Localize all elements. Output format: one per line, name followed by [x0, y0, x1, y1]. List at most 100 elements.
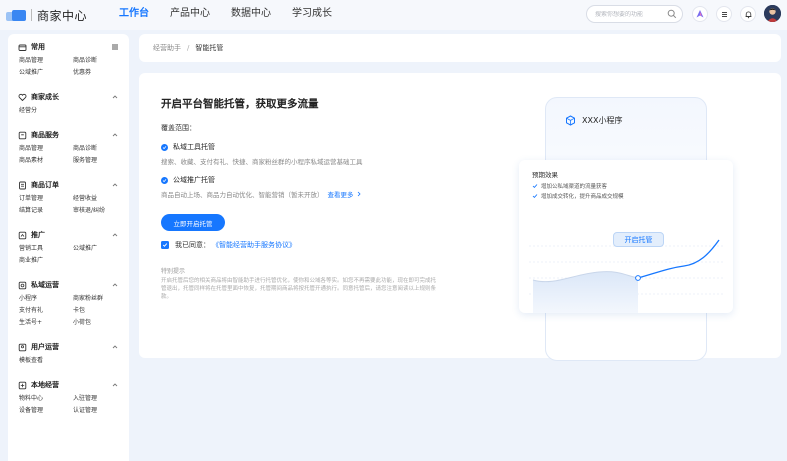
breadcrumb: 经营助手 / 智能托管	[139, 34, 781, 62]
private-icon	[18, 281, 27, 290]
check-icon	[532, 183, 538, 189]
sidebar-item-template-view[interactable]: 模板查看	[19, 356, 73, 365]
sidebar-item-product-manage[interactable]: 商品管理	[19, 56, 73, 65]
scope-label: 覆盖范围：	[161, 124, 196, 132]
chevron-up-icon[interactable]	[111, 131, 119, 139]
sidebar-section-promotion[interactable]: 推广	[18, 229, 119, 241]
check-circle-icon	[161, 176, 168, 184]
breadcrumb-current: 智能托管	[195, 44, 224, 52]
sidebar: 常用 商品管理 商品诊断 公域推广 优惠券 商家成长 经营分 商品服务 商品管理…	[8, 34, 129, 461]
tip-title: 特别提示	[161, 268, 186, 275]
sidebar-item-fan-group[interactable]: 商家粉丝群	[73, 294, 127, 303]
sidebar-item-service-manage[interactable]: 服务管理	[73, 156, 127, 165]
brand-divider	[31, 9, 32, 21]
folder-icon	[18, 43, 27, 52]
sidebar-item-business-income[interactable]: 经营收益	[73, 194, 127, 203]
page-title: 开启平台智能托管，获取更多流量	[161, 98, 319, 110]
mini-program-title: XXX小程序	[582, 116, 623, 125]
feature-title: 公域推广托管	[173, 176, 215, 184]
effect-row: 增加公私域渠道的流量获客	[532, 182, 607, 190]
order-icon	[18, 181, 27, 190]
bell-icon[interactable]	[740, 6, 756, 22]
menu-icon[interactable]	[716, 6, 732, 22]
brand-name: 商家中心	[37, 8, 88, 23]
sidebar-section-private-ops[interactable]: 私域运营	[18, 279, 119, 291]
sidebar-section-user-ops[interactable]: 用户运营	[18, 341, 119, 353]
check-circle-icon	[161, 143, 168, 151]
sidebar-section-common[interactable]: 常用	[18, 41, 119, 53]
sidebar-item-life-account[interactable]: 生活号+	[19, 318, 73, 327]
sidebar-section-growth[interactable]: 商家成长	[18, 91, 119, 103]
agreement-checkbox[interactable]	[161, 241, 169, 249]
chevron-up-icon[interactable]	[111, 281, 119, 289]
promo-icon	[18, 231, 27, 240]
sidebar-item-product-diagnose[interactable]: 商品诊断	[73, 144, 127, 153]
top-nav-bar: 商家中心 工作台 产品中心 数据中心 学习成长	[0, 0, 787, 30]
effect-row: 增加成交转化，提升商品成交规模	[532, 192, 624, 200]
feature-private-tools: 私域工具托管 搜索、收藏、支付有礼、快捷、商家粉丝群的小程序私域运营基础工具	[161, 142, 363, 166]
agreement-row: 我已同意： 《智能经营助手服务协议》	[161, 240, 296, 250]
feature-desc: 商品自动上场、商品力自动优化、智能营销（暂未开放） 查看更多	[161, 189, 362, 199]
agreement-prefix: 我已同意：	[175, 241, 210, 249]
trend-chart-illustration	[529, 239, 723, 313]
agreement-link[interactable]: 《智能经营助手服务协议》	[212, 240, 296, 250]
chevron-right-icon[interactable]	[356, 191, 362, 199]
sidebar-item-product-material[interactable]: 商品素材	[19, 156, 73, 165]
chevron-up-icon[interactable]	[111, 381, 119, 389]
sidebar-item-marketing-tools[interactable]: 营销工具	[19, 244, 73, 253]
chevron-up-icon[interactable]	[111, 181, 119, 189]
chevron-up-icon[interactable]	[111, 231, 119, 239]
nav-tab-workbench[interactable]: 工作台	[119, 0, 149, 30]
user-icon	[18, 343, 27, 352]
sidebar-item-settlement[interactable]: 结算记录	[19, 206, 73, 215]
sidebar-section-local-biz[interactable]: 本地经营	[18, 379, 119, 391]
feature-title: 私域工具托管	[173, 143, 215, 151]
sidebar-item-material-center[interactable]: 物料中心	[19, 394, 73, 403]
sidebar-item-coupon[interactable]: 优惠券	[73, 68, 127, 77]
assistant-icon[interactable]	[692, 6, 708, 22]
enable-hosting-bubble: 开启托管	[613, 232, 664, 247]
sidebar-item-public-promo[interactable]: 公域推广	[19, 68, 73, 77]
breadcrumb-separator: /	[187, 44, 190, 52]
expected-effect-card: 预期效果 增加公私域渠道的流量获客 增加成交转化，提升商品成交规模 开启托管	[519, 160, 733, 313]
sidebar-item-small-purse[interactable]: 小荷包	[73, 318, 127, 327]
brand-logo[interactable]: 商家中心	[6, 7, 87, 24]
search-box[interactable]	[586, 5, 683, 23]
sidebar-item-refund-dispute[interactable]: 审核退/纠纷	[73, 206, 127, 215]
search-icon[interactable]	[667, 9, 677, 21]
tip-description: 开启托管后您的相关商品将由智能助手进行托管优化，使你和公域各等实。如您不再需要此…	[161, 278, 437, 300]
nav-tab-products[interactable]: 产品中心	[170, 0, 210, 30]
list-icon[interactable]	[111, 43, 119, 51]
managed-hosting-card: 开启平台智能托管，获取更多流量 覆盖范围： 私域工具托管 搜索、收藏、支付有礼、…	[139, 73, 781, 361]
sidebar-item-order-manage[interactable]: 订单管理	[19, 194, 73, 203]
feature-public-promo: 公域推广托管 商品自动上场、商品力自动优化、智能营销（暂未开放） 查看更多	[161, 175, 362, 199]
nav-tab-learning[interactable]: 学习成长	[292, 0, 332, 30]
sidebar-item-public-promo[interactable]: 公域推广	[73, 244, 127, 253]
chevron-up-icon[interactable]	[111, 93, 119, 101]
enable-hosting-button[interactable]: 立即开启托管	[161, 214, 225, 231]
brand-logo-mark	[6, 9, 28, 21]
chevron-up-icon[interactable]	[111, 343, 119, 351]
sidebar-item-product-diagnose[interactable]: 商品诊断	[73, 56, 127, 65]
feature-desc: 搜索、收藏、支付有礼、快捷、商家粉丝群的小程序私域运营基础工具	[161, 158, 363, 166]
avatar[interactable]	[764, 5, 781, 22]
sidebar-item-card-wallet[interactable]: 卡包	[73, 306, 127, 315]
sidebar-item-product-manage[interactable]: 商品管理	[19, 144, 73, 153]
sidebar-item-pay-gift[interactable]: 支付有礼	[19, 306, 73, 315]
sidebar-section-product-service[interactable]: 商品服务	[18, 129, 119, 141]
sidebar-item-business-score[interactable]: 经营分	[19, 106, 73, 115]
sidebar-item-onboarding[interactable]: 入驻管理	[73, 394, 127, 403]
breadcrumb-parent[interactable]: 经营助手	[153, 43, 181, 53]
sidebar-section-orders[interactable]: 商品订单	[18, 179, 119, 191]
sidebar-item-mini-program[interactable]: 小程序	[19, 294, 73, 303]
see-more-link[interactable]: 查看更多	[328, 191, 354, 199]
search-input[interactable]	[595, 10, 667, 18]
sidebar-item-device-manage[interactable]: 设备管理	[19, 406, 73, 415]
local-icon	[18, 381, 27, 390]
mini-program-header: XXX小程序	[565, 115, 622, 126]
box-icon	[18, 131, 27, 140]
main-nav: 工作台 产品中心 数据中心 学习成长	[119, 0, 353, 30]
sidebar-item-commercial-promo[interactable]: 商业推广	[19, 256, 73, 265]
sidebar-item-certification[interactable]: 认证管理	[73, 406, 127, 415]
nav-tab-data[interactable]: 数据中心	[231, 0, 271, 30]
